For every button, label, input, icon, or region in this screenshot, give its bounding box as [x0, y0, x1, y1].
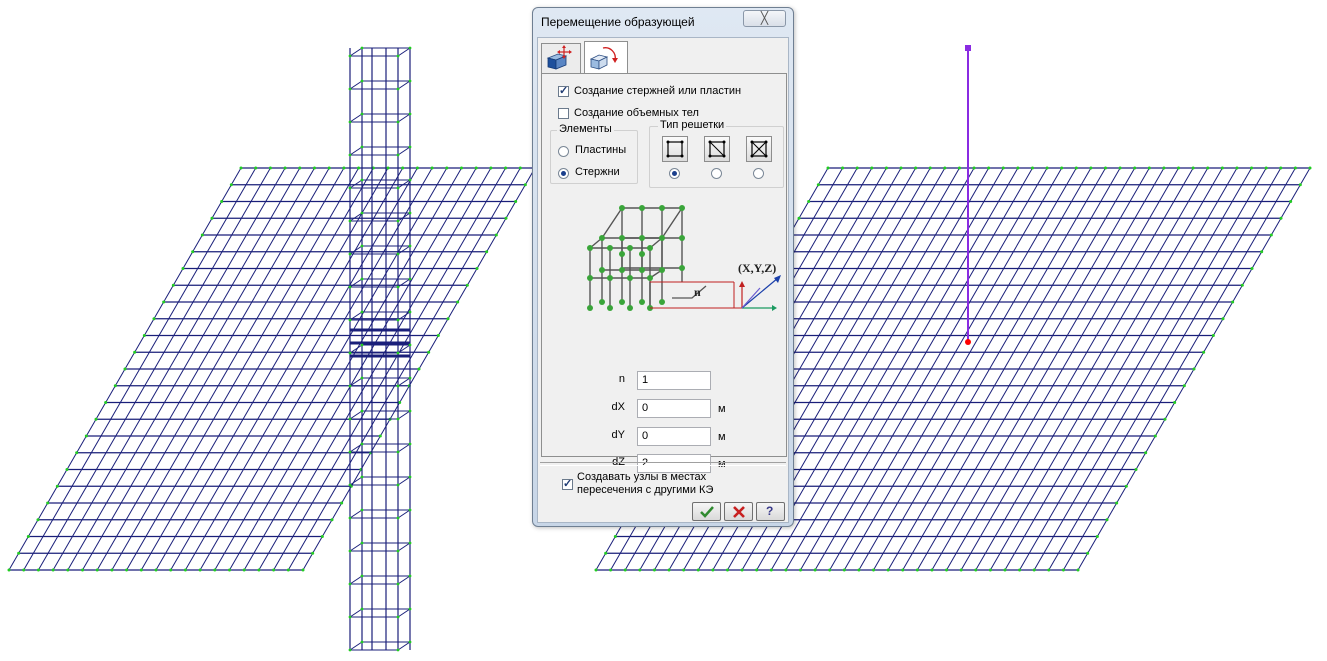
move-arrows-icon: [546, 45, 572, 70]
dx-input[interactable]: 0: [637, 399, 711, 418]
create-nodes-checkbox[interactable]: [562, 477, 573, 490]
close-button[interactable]: ╳: [743, 10, 786, 27]
rotate-cube-icon: [589, 47, 618, 70]
tab-page-move: Создание стержней или пластин Создание о…: [541, 73, 787, 473]
grid-type-title: Тип решетки: [658, 119, 727, 131]
plates-radio-label: Пластины: [575, 144, 627, 156]
column-frame: [348, 46, 412, 652]
generator-bar: [965, 45, 971, 345]
plates-radio[interactable]: [558, 146, 569, 157]
n-field-label: n: [618, 373, 625, 385]
grid-type-radio-2[interactable]: [711, 168, 722, 179]
create-solids-checkbox[interactable]: [558, 108, 569, 119]
create-nodes-label-1: Создавать узлы в местах: [577, 471, 707, 483]
elements-group-title: Элементы: [557, 123, 614, 135]
left-plate-mesh: [7, 166, 537, 572]
move-generator-dialog: Перемещение образующей ╳ ✓ Создание стер…: [532, 7, 794, 527]
create-bars-label: Создание стержней или пластин: [574, 85, 742, 97]
dx-field-label: dX: [611, 401, 625, 413]
ok-check-icon: [700, 506, 714, 518]
ok-button[interactable]: [692, 502, 721, 521]
dy-field-label: dY: [611, 429, 625, 441]
create-solids-label: Создание объемных тел: [574, 107, 699, 119]
dy-unit: м: [718, 431, 726, 443]
grid-no-diagonal-button[interactable]: [662, 136, 688, 162]
n-input[interactable]: 1: [637, 371, 711, 390]
dx-unit: м: [718, 403, 726, 415]
grid-cross-diagonal-icon: [750, 140, 768, 158]
cancel-x-icon: [733, 506, 745, 518]
dy-input[interactable]: 0: [637, 427, 711, 446]
dialog-client: Создание стержней или пластин Создание о…: [537, 37, 789, 523]
coord-label: (X,Y,Z): [738, 261, 776, 275]
bars-radio[interactable]: [558, 168, 569, 179]
grid-no-diagonal-icon: [666, 140, 684, 158]
dialog-title: Перемещение образующей: [541, 15, 695, 29]
elements-group: Элементы Пластины Стержни: [550, 123, 638, 184]
grid-single-diagonal-icon: [708, 140, 726, 158]
separator: [540, 462, 786, 466]
cancel-button[interactable]: [724, 502, 753, 521]
create-nodes-label-2: пересечения с другими КЭ: [577, 484, 714, 496]
n-diagram-label: n: [694, 285, 701, 299]
tab-rotate[interactable]: [584, 41, 628, 74]
grid-single-diagonal-button[interactable]: [704, 136, 730, 162]
generator-diagram: (X,Y,Z) n: [587, 205, 781, 311]
create-bars-checkbox[interactable]: [558, 84, 569, 97]
grid-cross-diagonal-button[interactable]: [746, 136, 772, 162]
grid-type-radio-1[interactable]: [669, 168, 680, 179]
bars-radio-label: Стержни: [575, 166, 620, 178]
tab-move[interactable]: [541, 43, 581, 73]
grid-type-radio-3[interactable]: [753, 168, 764, 179]
help-icon: ?: [766, 504, 774, 518]
help-button[interactable]: ?: [756, 502, 785, 521]
grid-type-group: Тип решетки: [649, 119, 784, 188]
